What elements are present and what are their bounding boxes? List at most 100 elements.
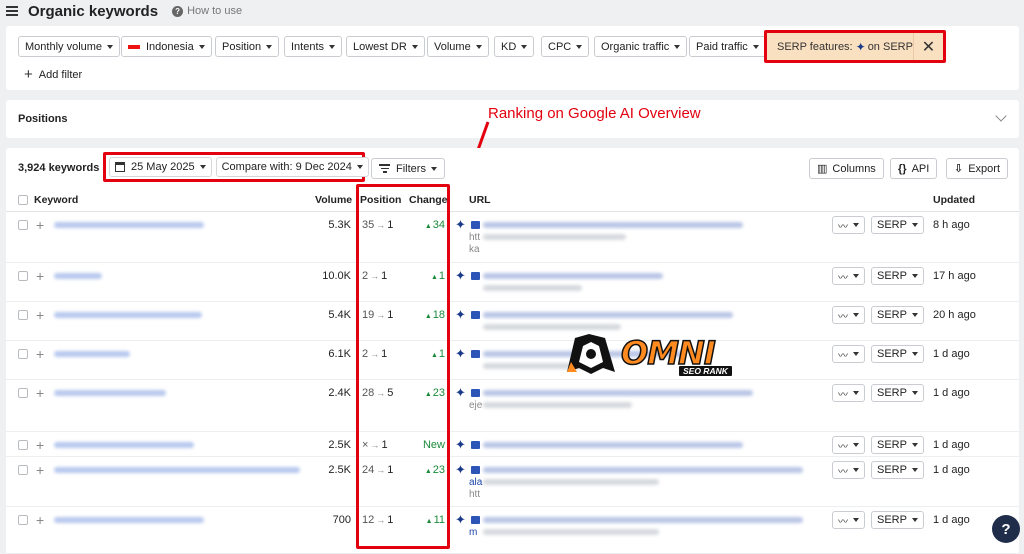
filter-intents[interactable]: Intents [284,36,343,57]
trend-chart-button[interactable]: 〰 [832,384,865,402]
trend-line-icon: 〰 [838,389,848,401]
filter-kd[interactable]: KD [494,36,535,57]
filters-button[interactable]: Filters [371,158,445,179]
url-link[interactable] [483,442,743,448]
url-secondary [483,402,632,408]
filter-monthly-volume[interactable]: Monthly volume [18,36,121,57]
expand-plus-icon[interactable]: + [36,462,44,478]
table-row: +2.5K 24 → 1 ▲23 ✦ ala htt 〰 SERP 1 d ago [6,457,1019,507]
row-checkbox[interactable] [18,349,28,359]
columns-button[interactable]: ▥ Columns [809,158,884,179]
table-row: +700 12 → 1 ▲11 ✦ m 〰 SERP 1 d ago [6,507,1019,554]
ai-overview-icon: ✦ [455,512,466,527]
row-checkbox[interactable] [18,440,28,450]
serp-button[interactable]: SERP [871,384,924,402]
url-link[interactable] [483,312,733,318]
chevron-down-icon[interactable] [995,110,1007,122]
filter-paid-traffic[interactable]: Paid traffic [689,36,766,57]
keyword-link[interactable] [54,351,130,357]
expand-plus-icon[interactable]: + [36,346,44,362]
row-checkbox[interactable] [18,310,28,320]
keyword-link[interactable] [54,442,194,448]
add-filter-button[interactable]: + Add filter [24,66,82,83]
filter-volume[interactable]: Volume [427,36,489,57]
serp-button[interactable]: SERP [871,267,924,285]
header-volume[interactable]: Volume [315,194,352,206]
url-link[interactable] [483,222,743,228]
ai-overview-icon: ✦ [455,268,466,283]
trend-line-icon: 〰 [838,311,848,323]
api-button[interactable]: {} API [890,158,938,179]
url-link[interactable] [483,273,663,279]
expand-plus-icon[interactable]: + [36,268,44,284]
row-checkbox[interactable] [18,388,28,398]
help-button[interactable]: ? [992,515,1020,543]
filter-cpc[interactable]: CPC [541,36,590,57]
updated-value: 8 h ago [933,219,970,231]
table-row: +10.0K 2 → 1 ▲1 ✦ 〰 SERP 17 h ago [6,263,1019,302]
serp-button[interactable]: SERP [871,511,924,529]
filter-panel: Monthly volume Indonesia Position Intent… [6,26,1019,90]
expand-plus-icon[interactable]: + [36,385,44,401]
volume-value: 10.0K [322,270,351,282]
compare-picker[interactable]: Compare with: 9 Dec 2024 [215,157,369,177]
image-icon [471,272,480,280]
url-secondary [483,479,659,485]
menu-icon[interactable] [6,6,18,16]
date-selector-group: 25 May 2025 Compare with: 9 Dec 2024 [103,152,369,182]
select-all-checkbox[interactable] [18,195,28,205]
expand-plus-icon[interactable]: + [36,307,44,323]
keyword-link[interactable] [54,467,300,473]
trend-chart-button[interactable]: 〰 [832,216,865,234]
trend-chart-button[interactable]: 〰 [832,511,865,529]
ai-overview-icon: ✦ [455,462,466,477]
filter-icon [379,164,390,173]
keyword-link[interactable] [54,517,204,523]
ai-overview-icon: ✦ [455,346,466,361]
row-checkbox[interactable] [18,465,28,475]
keyword-link[interactable] [54,390,166,396]
url-link[interactable] [483,390,753,396]
filter-position[interactable]: Position [215,36,280,57]
calendar-icon [115,162,125,172]
serp-button[interactable]: SERP [871,461,924,479]
trend-chart-button[interactable]: 〰 [832,436,865,454]
serp-button[interactable]: SERP [871,306,924,324]
serp-button[interactable]: SERP [871,216,924,234]
volume-value: 2.4K [328,387,351,399]
close-icon[interactable]: ✕ [912,33,943,60]
row-checkbox[interactable] [18,515,28,525]
date-picker[interactable]: 25 May 2025 [109,157,212,177]
expand-plus-icon[interactable]: + [36,217,44,233]
how-to-use-link[interactable]: ? How to use [172,5,242,17]
url-link[interactable] [483,517,803,523]
trend-chart-button[interactable]: 〰 [832,345,865,363]
url-link[interactable] [483,467,803,473]
filter-country[interactable]: Indonesia [121,36,212,57]
export-button[interactable]: ⇩ Export [946,158,1009,179]
expand-plus-icon[interactable]: + [36,512,44,528]
header-url[interactable]: URL [469,194,491,206]
keyword-link[interactable] [54,273,102,279]
trend-chart-button[interactable]: 〰 [832,461,865,479]
image-icon [471,221,480,229]
url-fragment: ala [469,477,483,488]
trend-chart-button[interactable]: 〰 [832,267,865,285]
trend-chart-button[interactable]: 〰 [832,306,865,324]
row-checkbox[interactable] [18,271,28,281]
keyword-link[interactable] [54,222,204,228]
image-icon [471,389,480,397]
row-checkbox[interactable] [18,220,28,230]
filter-serp-features[interactable]: SERP features: ✦ on SERP ✕ [764,30,946,63]
keyword-count: 3,924 keywords [18,162,100,174]
filter-organic-traffic[interactable]: Organic traffic [594,36,688,57]
serp-button[interactable]: SERP [871,345,924,363]
keyword-link[interactable] [54,312,202,318]
filter-lowest-dr[interactable]: Lowest DR [346,36,425,57]
serp-button[interactable]: SERP [871,436,924,454]
trend-line-icon: 〰 [838,221,848,233]
ai-overview-icon: ✦ [455,307,466,322]
expand-plus-icon[interactable]: + [36,437,44,453]
header-updated[interactable]: Updated [933,194,975,206]
header-keyword[interactable]: Keyword [34,194,78,206]
